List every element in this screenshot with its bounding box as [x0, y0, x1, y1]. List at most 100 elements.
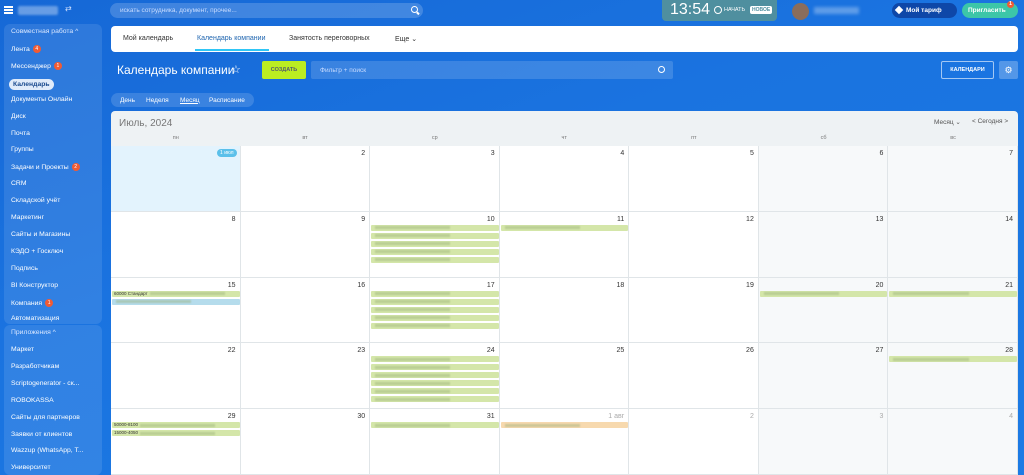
sidebar-item-10[interactable]: Маркетинг [11, 214, 44, 221]
sidebar-item-16[interactable]: Автоматизация [11, 315, 59, 322]
sidebar-item-0[interactable]: Лента 4 [11, 45, 41, 53]
view-month[interactable]: Месяц [180, 97, 200, 104]
sidebar-item-2[interactable]: Календарь [9, 78, 54, 90]
day-cell[interactable]: 5 [629, 146, 759, 212]
global-search-input[interactable]: искать сотрудника, документ, прочее... [110, 3, 423, 18]
calendar-event[interactable] [371, 224, 499, 231]
calendar-event[interactable] [371, 322, 499, 329]
play-icon[interactable] [714, 6, 722, 14]
calendar-event[interactable] [371, 232, 499, 239]
sidebar-item-8[interactable]: CRM [11, 180, 26, 187]
day-cell[interactable]: 19 [629, 277, 759, 344]
day-cell[interactable]: 12 [629, 211, 759, 278]
day-cell[interactable]: 29 [111, 409, 241, 475]
calendar-event[interactable] [371, 240, 499, 247]
user-name[interactable] [814, 7, 859, 14]
sidebar-group-header-collab[interactable]: Совместная работа ^ [11, 28, 78, 35]
calendar-event[interactable] [371, 364, 499, 371]
sidebar-item-4[interactable]: Диск [11, 113, 26, 120]
day-cell[interactable]: 16 [240, 277, 371, 344]
day-cell[interactable]: 2 [629, 409, 759, 475]
portal-name[interactable] [18, 6, 58, 15]
sidebar-app-3[interactable]: ROBOKASSA [11, 397, 54, 404]
sidebar-app-4[interactable]: Сайты для партнеров [11, 414, 80, 421]
day-cell[interactable]: 28 [888, 343, 1018, 410]
day-cell[interactable]: 15 [111, 277, 241, 344]
calendar-event[interactable]: 60000 Стандарт [112, 290, 240, 297]
day-cell[interactable]: 4 [888, 409, 1018, 475]
calendar-event[interactable] [371, 388, 499, 395]
view-day[interactable]: День [120, 97, 135, 104]
calendar-event[interactable] [371, 298, 499, 305]
mode-select[interactable]: Месяц ⌄ [934, 118, 961, 126]
calendar-event[interactable] [889, 356, 1017, 363]
day-cell[interactable]: 21 [888, 277, 1018, 344]
sidebar-item-15[interactable]: Компания 1 [11, 298, 54, 307]
day-cell[interactable]: 4 [499, 146, 630, 212]
tab-company-calendar[interactable]: Календарь компании [197, 35, 266, 42]
calendar-event[interactable] [500, 224, 629, 231]
create-button[interactable]: СОЗДАТЬ [262, 61, 306, 79]
day-cell[interactable]: 3 [758, 409, 889, 475]
day-cell[interactable]: 31 [370, 409, 500, 475]
calendar-event[interactable] [371, 380, 499, 387]
tab-more[interactable]: Еще ⌄ [395, 35, 417, 43]
today-nav[interactable]: < Сегодня > [972, 118, 1008, 125]
calendar-event[interactable] [889, 290, 1017, 297]
sidebar-app-6[interactable]: Wazzup (WhatsApp, T... [11, 447, 84, 454]
sidebar-app-5[interactable]: Заявки от клиентов [11, 431, 72, 438]
search-icon[interactable] [658, 66, 665, 73]
tab-meeting-rooms[interactable]: Занятость переговорных [289, 35, 370, 42]
user-avatar[interactable] [792, 3, 809, 20]
calendar-event[interactable] [371, 422, 499, 429]
day-cell[interactable]: 25 [499, 343, 630, 410]
day-cell[interactable]: 23 [240, 343, 371, 410]
day-cell[interactable]: 26 [629, 343, 759, 410]
day-cell[interactable]: 13 [758, 211, 889, 278]
sidebar-app-7[interactable]: Университет [11, 464, 51, 471]
calendar-event[interactable] [371, 290, 499, 297]
invite-button[interactable]: Пригласить 1 [962, 1, 1018, 18]
day-cell[interactable]: 14 [888, 211, 1018, 278]
sidebar-item-1[interactable]: Мессенджер 1 [11, 61, 62, 70]
sidebar-item-9[interactable]: Складской учёт [11, 197, 60, 204]
sidebar-item-12[interactable]: КЭДО + Госключ [11, 248, 63, 255]
calendar-event[interactable] [371, 248, 499, 255]
sidebar-item-11[interactable]: Сайты и Магазины [11, 231, 70, 238]
sidebar-group-header-apps[interactable]: Приложения ^ [11, 329, 56, 336]
calendars-button[interactable]: КАЛЕНДАРИ [941, 61, 994, 79]
tab-my-calendar[interactable]: Мой календарь [123, 35, 173, 42]
day-cell[interactable]: 30 [240, 409, 371, 475]
sidebar-item-6[interactable]: Группы [11, 146, 34, 153]
work-clock[interactable]: 13:54 НАЧАТЬ НОВОЕ [662, 0, 777, 21]
sidebar-app-2[interactable]: Scriptogenerator - ск... [11, 380, 79, 387]
day-cell[interactable]: 8 [111, 211, 241, 278]
day-cell[interactable]: 9 [240, 211, 371, 278]
calendar-event[interactable] [371, 306, 499, 313]
day-cell[interactable]: 6 [758, 146, 889, 212]
day-cell[interactable]: 18 [499, 277, 630, 344]
view-week[interactable]: Неделя [146, 97, 169, 104]
calendar-event[interactable] [371, 256, 499, 263]
sidebar-item-13[interactable]: Подпись [11, 265, 38, 272]
sidebar-item-3[interactable]: Документы Онлайн [11, 96, 72, 103]
day-cell[interactable]: 11 [499, 211, 630, 278]
swap-icon[interactable]: ⇄ [65, 4, 72, 13]
calendar-event[interactable] [371, 314, 499, 321]
calendar-event[interactable] [759, 290, 888, 297]
calendar-event[interactable]: 15000-4050 [112, 430, 240, 437]
calendar-event[interactable] [500, 422, 629, 429]
calendar-event[interactable]: 50000-8100 [112, 422, 240, 429]
menu-icon[interactable] [4, 6, 13, 14]
star-icon[interactable]: ☆ [231, 63, 241, 76]
start-workday-label[interactable]: НАЧАТЬ [724, 7, 745, 13]
calendar-event[interactable] [371, 372, 499, 379]
day-cell[interactable]: 2 [240, 146, 371, 212]
day-cell[interactable]: 22 [111, 343, 241, 410]
settings-gear-icon[interactable]: ⚙ [999, 61, 1018, 79]
sidebar-item-5[interactable]: Почта [11, 130, 30, 137]
calendar-event[interactable] [371, 396, 499, 403]
filter-search-input[interactable]: Фильтр + поиск [311, 61, 673, 79]
day-cell[interactable]: 20 [758, 277, 889, 344]
sidebar-item-7[interactable]: Задачи и Проекты 2 [11, 163, 80, 172]
